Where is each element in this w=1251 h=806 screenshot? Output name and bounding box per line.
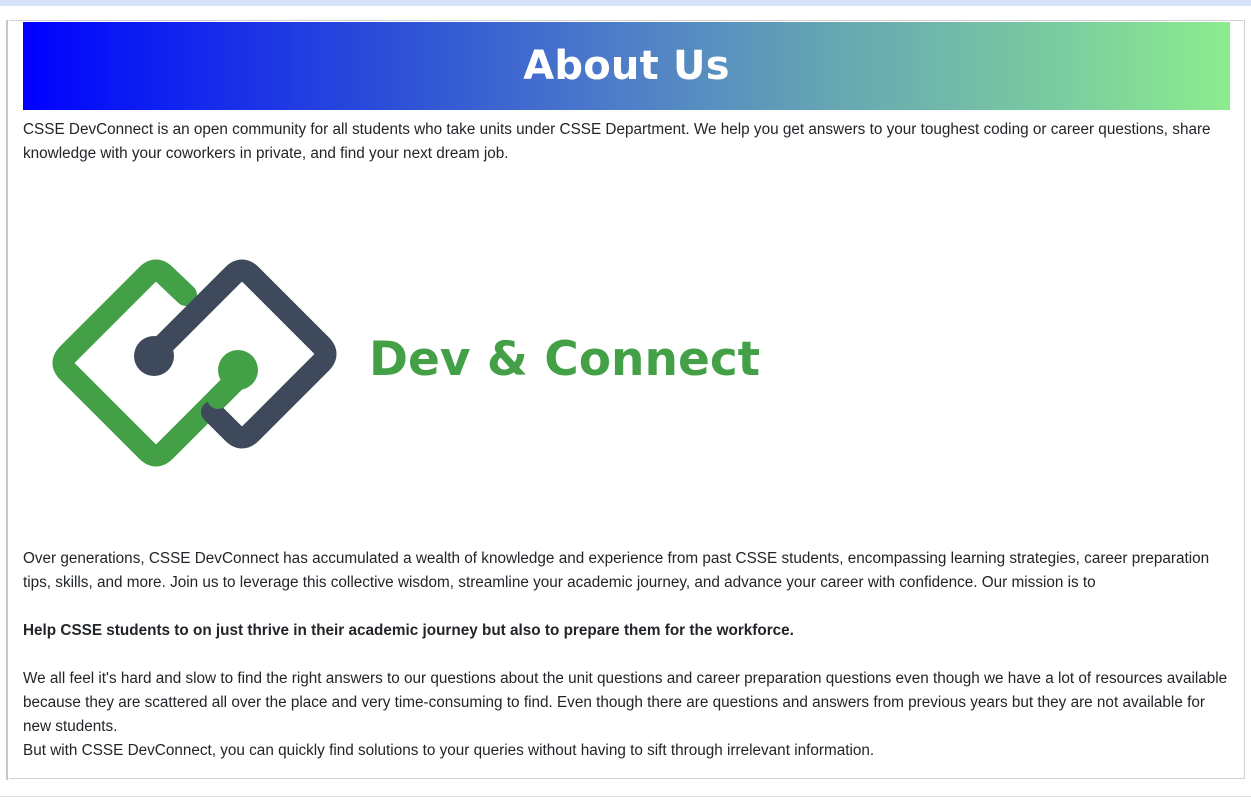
logo-wordmark: Dev & Connect bbox=[369, 332, 761, 387]
left-divider bbox=[6, 20, 8, 780]
problem-paragraph: We all feel it's hard and slow to find t… bbox=[23, 670, 1228, 735]
about-banner: About Us bbox=[23, 22, 1230, 110]
bottom-divider bbox=[0, 796, 1251, 797]
mission-statement: Help CSSE students to on just thrive in … bbox=[23, 622, 794, 639]
history-paragraph: Over generations, CSSE DevConnect has ac… bbox=[23, 550, 1210, 591]
solution-paragraph: But with CSSE DevConnect, you can quickl… bbox=[23, 742, 875, 759]
page-title: About Us bbox=[523, 43, 730, 89]
devconnect-logo-icon bbox=[50, 255, 350, 475]
browser-top-strip bbox=[0, 0, 1251, 6]
intro-paragraph: CSSE DevConnect is an open community for… bbox=[23, 121, 1211, 162]
